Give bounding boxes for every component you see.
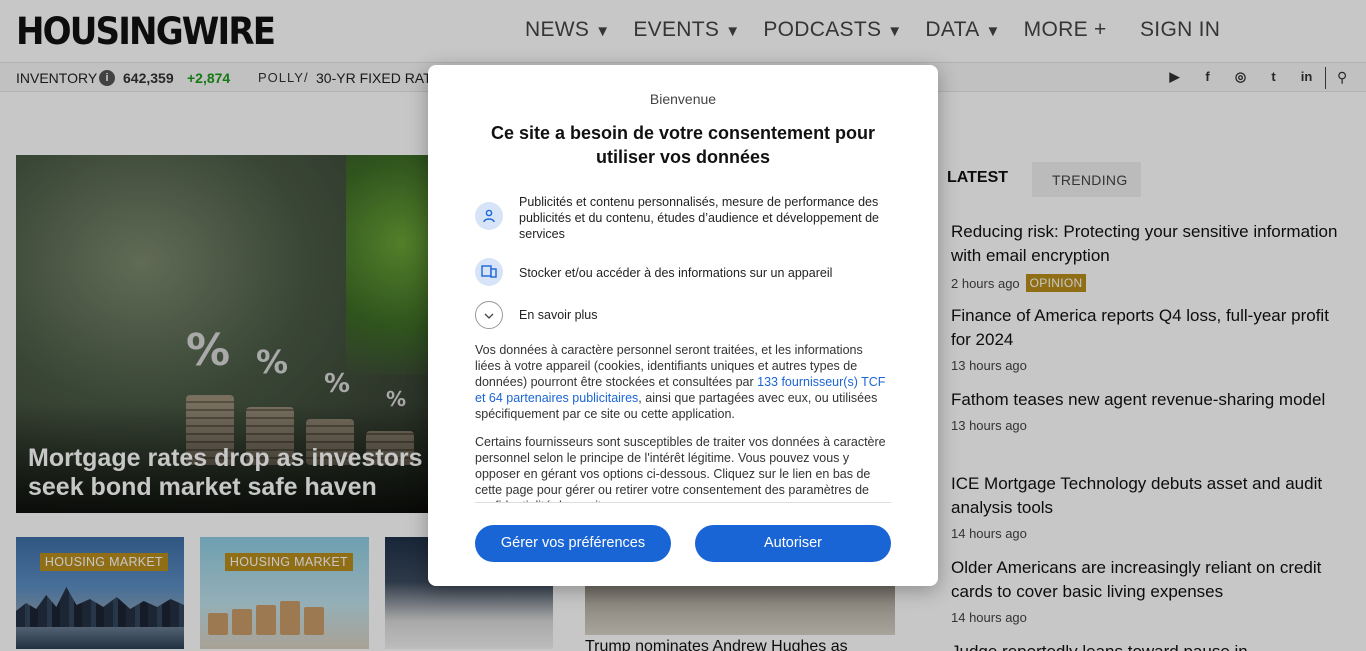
user-icon xyxy=(475,202,503,230)
learn-more-row[interactable]: En savoir plus xyxy=(475,301,891,331)
purpose-text: Stocker et/ou accéder à des informations… xyxy=(519,266,833,280)
consent-paragraph: Certains fournisseurs sont susceptibles … xyxy=(475,435,886,502)
allow-button[interactable]: Autoriser xyxy=(695,525,891,562)
consent-paragraph: Vos données à caractère personnel seront… xyxy=(475,343,886,421)
consent-details[interactable]: Vos données à caractère personnel seront… xyxy=(475,342,891,503)
learn-more-label[interactable]: En savoir plus xyxy=(519,307,879,323)
purpose-item: Stocker et/ou accéder à des informations… xyxy=(475,258,891,288)
manage-preferences-button[interactable]: Gérer vos préférences xyxy=(475,525,671,562)
consent-dialog: Bienvenue Ce site a besoin de votre cons… xyxy=(428,65,938,586)
devices-icon xyxy=(475,258,503,286)
purpose-item: Publicités et contenu personnalisés, mes… xyxy=(475,194,891,244)
dialog-title: Ce site a besoin de votre consentement p… xyxy=(490,123,876,167)
dialog-welcome: Bienvenue xyxy=(649,91,717,107)
chevron-down-icon[interactable] xyxy=(475,301,503,329)
purpose-text: Publicités et contenu personnalisés, mes… xyxy=(519,195,879,241)
